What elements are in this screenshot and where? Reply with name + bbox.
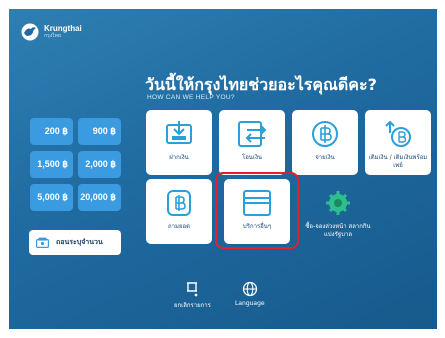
amount-button[interactable]: 1,500 ฿ — [30, 151, 73, 178]
deposit-label: ฝากเงิน — [169, 154, 189, 161]
deposit-tile[interactable]: ฝากเงิน — [146, 110, 212, 175]
krungthai-bird-logo-icon — [21, 23, 39, 41]
lottery-label: ซื้อ-จองล่วงหน้า สลากกินแบ่งรัฐบาล — [305, 223, 371, 238]
atm-screen: Krungthai กรุงไทย วันนี้ให้กรุงไทยช่วยอะ… — [9, 9, 437, 329]
payment-icon — [307, 119, 343, 149]
page-subtitle: HOW CAN WE HELP YOU? — [147, 94, 235, 101]
cancel-button[interactable]: ยกเลิกรายการ — [174, 281, 211, 310]
brand-sub: กรุงไทย — [44, 33, 61, 39]
topup-label: เติมเงิน / เติมเงินพร้อมเพย์ — [368, 154, 428, 169]
topup-icon — [380, 119, 416, 149]
balance-icon — [161, 188, 197, 218]
amount-button[interactable]: 5,000 ฿ — [30, 184, 73, 211]
payment-tile[interactable]: จ่ายเงิน — [292, 110, 358, 175]
cash-withdraw-icon — [36, 233, 50, 252]
balance-tile[interactable]: ถามยอด — [146, 179, 212, 244]
specify-amount-label: ถอนระบุจำนวน — [56, 238, 103, 246]
selection-highlight — [215, 172, 299, 249]
brand-name: Krungthai — [44, 24, 82, 33]
payment-label: จ่ายเงิน — [315, 154, 335, 161]
lottery-icon — [320, 188, 356, 218]
cancel-label: ยกเลิกรายการ — [174, 302, 211, 309]
transfer-label: โอนเงิน — [241, 154, 262, 161]
transfer-icon — [234, 119, 270, 149]
specify-amount-button[interactable]: ถอนระบุจำนวน — [29, 230, 121, 255]
language-button[interactable]: Language — [235, 281, 265, 307]
lottery-tile[interactable]: ซื้อ-จองล่วงหน้า สลากกินแบ่งรัฐบาล — [305, 179, 371, 244]
language-label: Language — [235, 300, 265, 307]
transfer-tile[interactable]: โอนเงิน — [219, 110, 285, 175]
bank-logo: Krungthai กรุงไทย — [21, 20, 82, 44]
amount-button[interactable]: 200 ฿ — [30, 118, 73, 145]
deposit-icon — [161, 119, 197, 149]
topup-tile[interactable]: เติมเงิน / เติมเงินพร้อมเพย์ — [365, 110, 431, 175]
amount-button[interactable]: 2,000 ฿ — [78, 151, 121, 178]
amount-button[interactable]: 20,000 ฿ — [78, 184, 121, 211]
balance-label: ถามยอด — [168, 223, 190, 230]
globe-icon — [242, 281, 258, 297]
amount-button[interactable]: 900 ฿ — [78, 118, 121, 145]
cancel-icon — [184, 281, 200, 297]
